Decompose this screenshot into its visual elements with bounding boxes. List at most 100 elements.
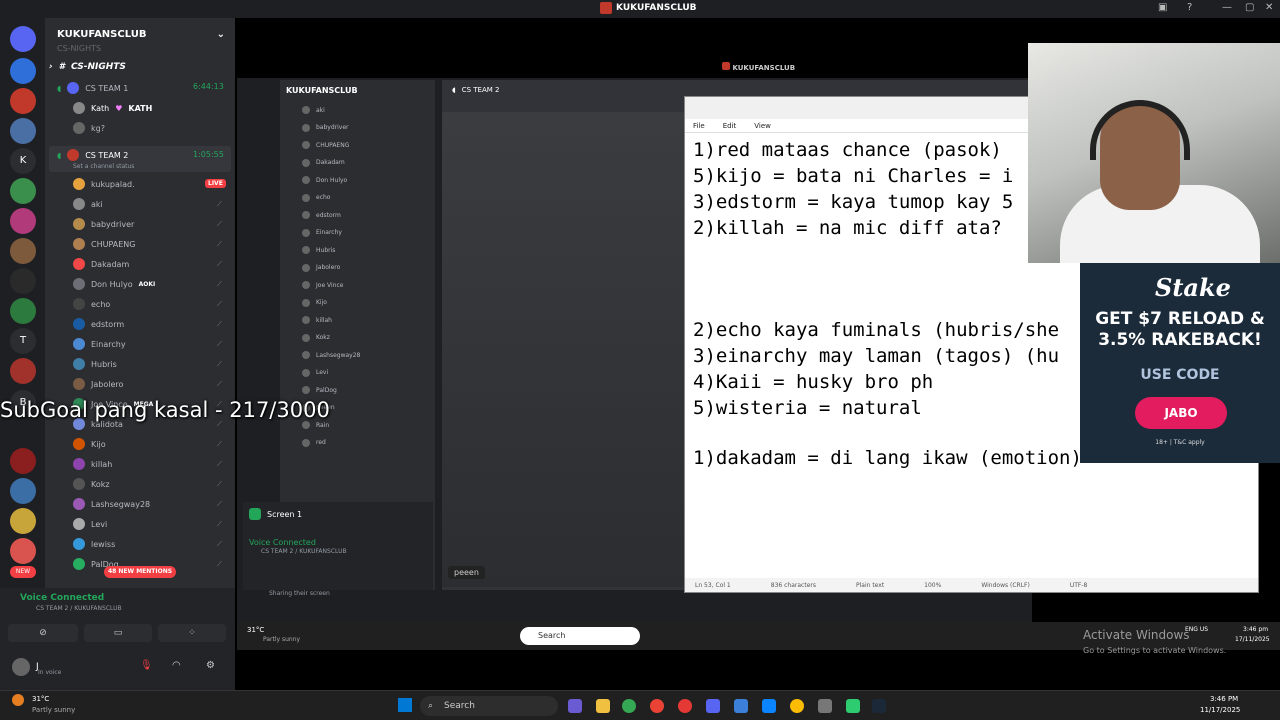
voice-member[interactable]: Kijo xyxy=(73,438,106,450)
server-icon[interactable] xyxy=(10,298,36,324)
menu-file[interactable]: File xyxy=(693,122,705,130)
voice-member[interactable]: echo xyxy=(73,298,110,310)
discord-home-icon[interactable] xyxy=(10,26,36,52)
voice-member[interactable]: lewiss xyxy=(73,538,115,550)
server-icon[interactable] xyxy=(10,238,36,264)
voice-member[interactable]: Don Hulyo AOKI xyxy=(73,278,155,290)
server-icon[interactable] xyxy=(10,118,36,144)
server-icon[interactable] xyxy=(10,448,36,474)
inner-voice-member[interactable]: Kijo xyxy=(302,298,327,307)
inner-voice-member[interactable]: CHUPAENG xyxy=(302,141,349,149)
menu-edit[interactable]: Edit xyxy=(723,122,737,130)
settings-gear-icon[interactable]: ⚙ xyxy=(206,660,215,671)
voice-member[interactable]: Lashsegway28 xyxy=(73,498,150,510)
server-icon[interactable] xyxy=(10,538,36,564)
inner-voice-member[interactable]: Einarchy xyxy=(302,228,342,237)
voice-channel-text: CS TEAM 2 / KUKUFANSCLUB xyxy=(36,605,122,612)
notepad-icon[interactable] xyxy=(734,699,748,713)
voice-member[interactable]: kukupalad. xyxy=(73,178,135,190)
server-header[interactable]: KUKUFANSCLUB ⌄ xyxy=(45,24,235,44)
close-button[interactable]: ✕ xyxy=(1265,2,1273,13)
steam-icon[interactable] xyxy=(872,699,886,713)
minimize-button[interactable]: — xyxy=(1222,2,1232,13)
activities-button[interactable]: ⁘ xyxy=(158,624,226,642)
server-icon[interactable] xyxy=(10,478,36,504)
member-name: Dakadam xyxy=(316,159,345,166)
channel-cs-nights[interactable]: › # CS-NIGHTS xyxy=(49,62,126,72)
server-icon-kukufansclub[interactable] xyxy=(10,88,36,114)
voice-channel[interactable]: CS TEAM 2 / KUKUFANSCLUB xyxy=(36,605,122,612)
server-icon[interactable] xyxy=(10,508,36,534)
voice-member[interactable]: Levi xyxy=(73,518,107,530)
voice-member[interactable]: kg? xyxy=(73,122,105,134)
inner-voice-member[interactable]: Hubris xyxy=(302,246,335,254)
help-icon[interactable]: ? xyxy=(1187,2,1192,13)
inner-voice-member[interactable]: Levi xyxy=(302,368,328,377)
maximize-button[interactable]: ▢ xyxy=(1245,2,1254,13)
new-mentions-badge[interactable]: 48 NEW MENTIONS xyxy=(104,566,176,578)
inner-voice-member[interactable]: Jabolero xyxy=(302,263,340,272)
chrome-icon[interactable] xyxy=(790,699,804,713)
mute-mic-icon[interactable]: 🎙 xyxy=(140,660,153,671)
voice-member[interactable]: Jabolero xyxy=(73,378,123,390)
voice-member[interactable]: Dakadam xyxy=(73,258,129,270)
chevron-right-icon: › xyxy=(49,62,53,72)
server-icon[interactable] xyxy=(10,208,36,234)
inner-voice-member[interactable]: killah xyxy=(302,316,332,324)
inner-voice-member[interactable]: echo xyxy=(302,193,330,202)
inner-voice-member[interactable]: red xyxy=(302,438,326,447)
start-button[interactable] xyxy=(398,698,412,712)
server-icon[interactable]: K xyxy=(10,148,36,174)
channel-prev[interactable]: CS-NIGHTS xyxy=(57,44,101,53)
taskbar-search[interactable]: ⌕ Search xyxy=(420,696,558,716)
inner-voice-member[interactable]: Lashsegway28 xyxy=(302,351,360,359)
voice-member[interactable]: Einarchy xyxy=(73,338,126,350)
menu-view[interactable]: View xyxy=(754,122,771,130)
voice-channel-cs-team-1[interactable]: ◖ CS TEAM 1 xyxy=(57,82,128,94)
discord-icon[interactable] xyxy=(706,699,720,713)
inner-voice-member[interactable]: Rain xyxy=(302,421,329,429)
app-icon[interactable] xyxy=(846,699,860,713)
inner-voice-member[interactable]: Joe Vince xyxy=(302,281,343,289)
voice-member[interactable]: aki xyxy=(73,198,103,210)
app-icon[interactable] xyxy=(762,699,776,713)
voice-member[interactable]: Kokz xyxy=(73,478,110,490)
avatar xyxy=(67,82,80,94)
inner-voice-member[interactable]: edstorm xyxy=(302,211,341,219)
voice-member[interactable]: CHUPAENG xyxy=(73,238,135,250)
chrome-icon[interactable] xyxy=(650,699,664,713)
inner-screen-share[interactable]: Screen 1 xyxy=(249,508,302,520)
inner-voice-member[interactable]: Dakadam xyxy=(302,158,345,167)
voice-member[interactable]: edstorm xyxy=(73,318,124,330)
inner-voice-member[interactable]: Don Hulyo xyxy=(302,176,347,184)
server-icon[interactable]: T xyxy=(10,328,36,354)
chevron-down-icon[interactable]: ⌄ xyxy=(217,29,225,40)
server-icon[interactable] xyxy=(10,358,36,384)
voice-member[interactable]: Kath ♥ KATH xyxy=(73,102,152,114)
user-profile[interactable]: J xyxy=(12,658,39,676)
channel-status[interactable]: Set a channel status xyxy=(73,163,134,170)
copilot-icon[interactable] xyxy=(568,699,582,713)
inner-voice-member[interactable]: Kokz xyxy=(302,333,330,342)
server-icon[interactable] xyxy=(10,58,36,84)
voice-status[interactable]: Voice Connected xyxy=(20,593,104,603)
voice-member[interactable]: Hubris xyxy=(73,358,117,370)
inbox-icon[interactable]: ▣ xyxy=(1158,2,1167,13)
camera-off-button[interactable]: ⊘ xyxy=(8,624,78,642)
server-icon[interactable] xyxy=(10,268,36,294)
voice-member[interactable]: killah xyxy=(73,458,112,470)
screen-share-button[interactable]: ▭ xyxy=(84,624,152,642)
inner-server-header[interactable]: KUKUFANSCLUB xyxy=(286,86,358,95)
headphones-icon[interactable]: ◠ xyxy=(172,660,181,671)
inner-voice-member[interactable]: aki xyxy=(302,106,325,114)
chrome-icon[interactable] xyxy=(622,699,636,713)
inner-search-box[interactable]: Search xyxy=(520,627,640,645)
server-icon[interactable] xyxy=(10,178,36,204)
chrome-profile-icon[interactable] xyxy=(678,699,692,713)
inner-voice-member[interactable]: babydriver xyxy=(302,123,349,132)
app-icon[interactable] xyxy=(818,699,832,713)
avatar xyxy=(73,338,85,350)
voice-member[interactable]: babydriver xyxy=(73,218,134,230)
inner-voice-member[interactable]: PalDog xyxy=(302,386,337,394)
file-explorer-icon[interactable] xyxy=(596,699,610,713)
